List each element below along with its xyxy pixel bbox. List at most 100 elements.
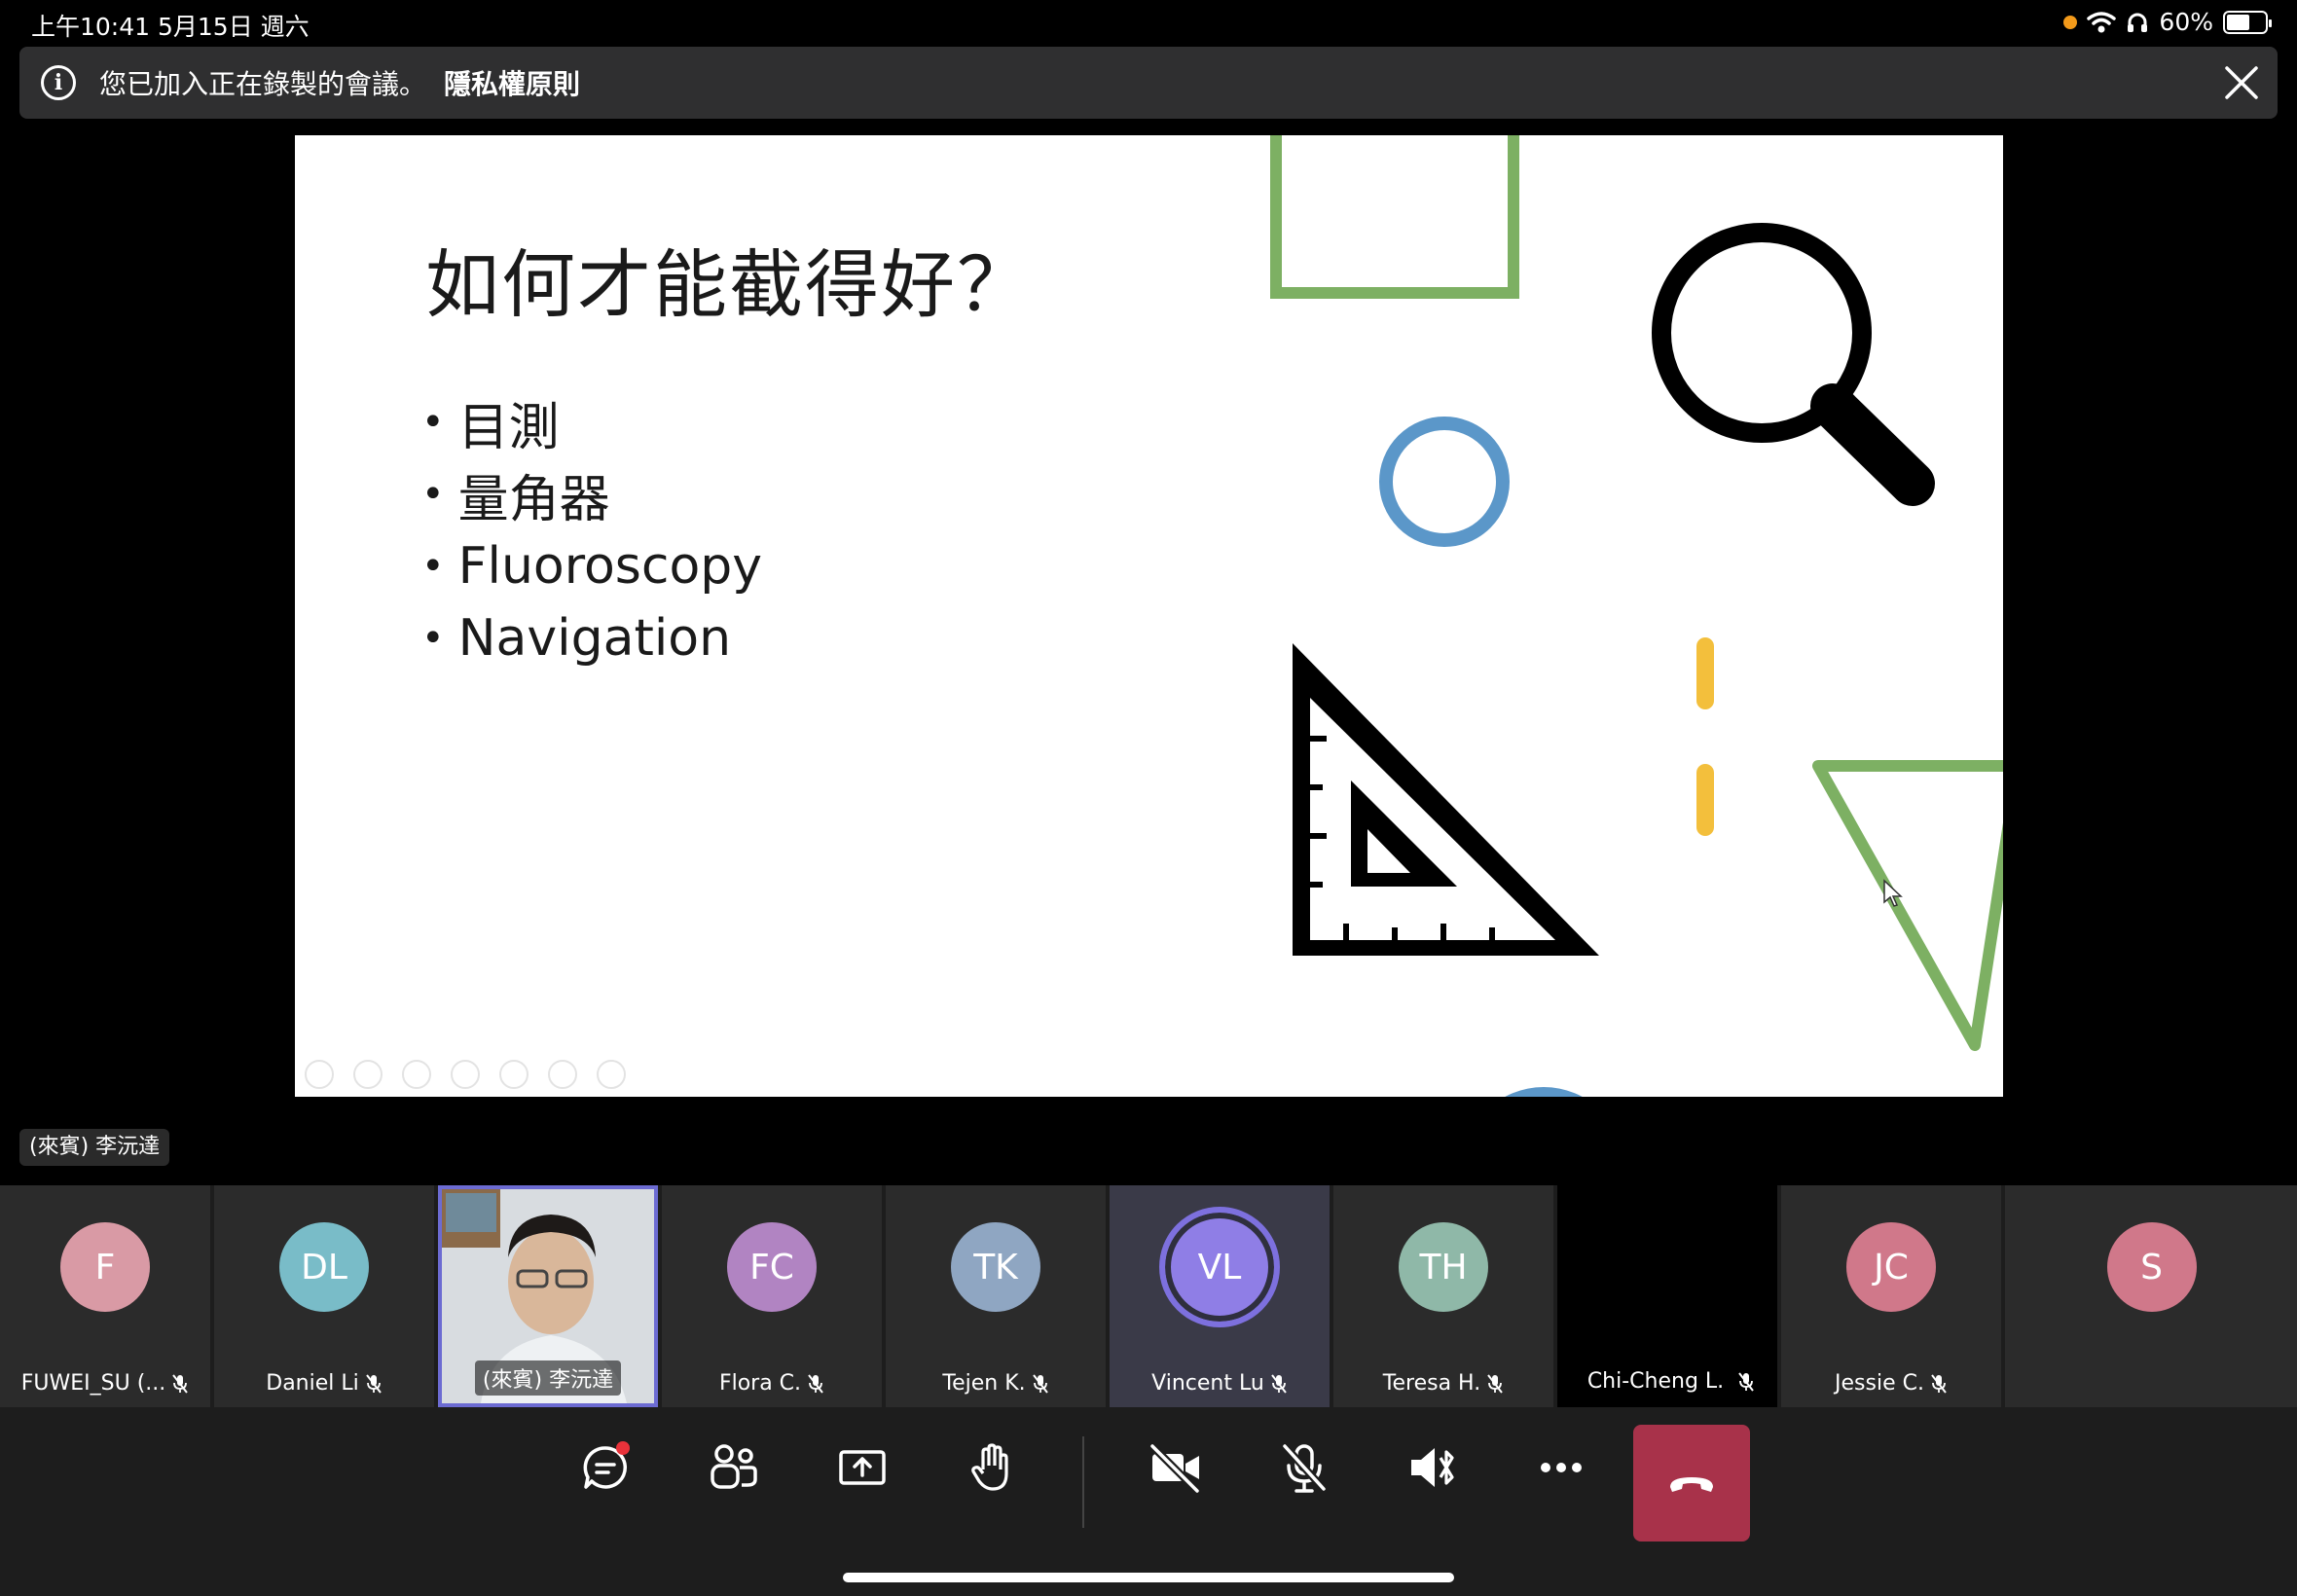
mic-muted-icon [172,1373,189,1394]
speaker-button[interactable] [1394,1429,1472,1506]
hand-icon [971,1443,1008,1491]
participant-name-row: Teresa H. [1333,1371,1553,1396]
share-button[interactable] [823,1429,901,1506]
status-indicators: 60% [2063,8,2272,36]
banner-message: 您已加入正在錄製的會議。 [99,68,427,100]
slide-bullet: 目測 [421,386,762,458]
avatar: S [2106,1222,2197,1312]
chat-button[interactable] [566,1429,644,1506]
green-square-shape [1270,135,1519,299]
participant-name: Tejen K. [942,1371,1026,1396]
participant-tile[interactable]: TK Tejen K. [886,1185,1106,1407]
avatar-speaking: VL [1159,1207,1280,1327]
status-time: 上午10:41 5月15日 週六 [31,13,310,41]
camera-toggle-button[interactable] [1137,1429,1215,1506]
share-tray-icon [839,1450,886,1485]
headphones-icon [2128,13,2148,32]
participant-name-row: Flora C. [662,1371,882,1396]
phone-hangup-icon [1670,1477,1713,1492]
avatar: F [60,1222,150,1312]
avatar: JC [1846,1222,1936,1312]
participant-strip: F FUWEI_SU (... DL Daniel Li (來賓) 李沅達 FC… [0,1185,2297,1407]
participant-tile[interactable]: F FUWEI_SU (... [0,1185,210,1407]
more-button[interactable] [1522,1429,1600,1506]
participant-tile[interactable]: TH Teresa H. [1333,1185,1553,1407]
people-icon [711,1444,757,1489]
participant-name-row: FUWEI_SU (... [0,1371,210,1396]
more-options-icon[interactable] [597,1060,626,1089]
speaker-bluetooth-icon [1411,1448,1454,1487]
yellow-dash-shape [1696,764,1714,836]
wifi-icon [2087,11,2117,32]
shared-slide: 如何才能截得好？ 目測 量角器 Fluoroscopy Navigation [295,135,2003,1097]
blue-semicircle-shape [1505,1087,1583,1097]
participant-name-row: Jessie C. [1781,1371,2001,1396]
participant-name: Chi-Cheng L. [1579,1367,1732,1396]
mic-in-use-indicator [2063,15,2078,29]
hang-up-button[interactable] [1633,1425,1750,1542]
info-icon: i [41,65,76,100]
mic-muted-icon [1271,1373,1287,1394]
participant-tile[interactable]: FC Flora C. [662,1185,882,1407]
camera-off-icon [1149,1443,1200,1494]
participant-name-row: Vincent Lu [1110,1371,1330,1396]
participant-name-row: Tejen K. [886,1371,1106,1396]
slide-bullet-list: 目測 量角器 Fluoroscopy Navigation [421,386,762,674]
participant-name: Flora C. [718,1371,802,1396]
chat-icon [583,1441,630,1489]
participant-name: (來賓) 李沅達 [474,1360,622,1396]
subtitles-icon[interactable] [548,1060,577,1089]
zoom-icon[interactable] [499,1060,529,1089]
set-square-shape [1293,643,1599,956]
next-slide-icon[interactable] [353,1060,383,1089]
home-indicator[interactable] [843,1573,1454,1582]
yellow-dash-shape [1696,637,1714,709]
raise-hand-button[interactable] [952,1429,1030,1506]
recording-banner: i 您已加入正在錄製的會議。 隱私權原則 [19,47,2278,119]
slide-nav-toolbar [305,1060,626,1089]
mic-muted-icon [365,1373,382,1394]
avatar: DL [279,1222,369,1312]
mic-muted-icon [1032,1373,1048,1394]
magnifier-shape [1652,223,1935,506]
mic-muted-icon [808,1373,823,1394]
call-controls-bar [0,1407,2297,1596]
participant-tile-video[interactable]: (來賓) 李沅達 [438,1185,658,1407]
participant-name: Teresa H. [1382,1371,1481,1396]
participant-name: Jessie C. [1835,1371,1924,1396]
presenter-label: (來賓) 李沅達 [19,1129,170,1166]
more-dots-icon [1541,1463,1582,1472]
participants-button[interactable] [695,1429,773,1506]
slide-bullet: 量角器 [421,458,762,530]
slide-bullet: Navigation [421,602,762,674]
participant-tile[interactable]: S [2005,1185,2297,1407]
privacy-policy-link[interactable]: 隱私權原則 [444,63,580,102]
slide-title: 如何才能截得好？ [425,241,1033,328]
pen-icon[interactable] [402,1060,431,1089]
close-icon[interactable] [2223,64,2260,101]
blue-ring-shape [1379,417,1510,547]
battery-percent: 60% [2159,8,2213,36]
avatar: TH [1399,1222,1488,1312]
battery-icon [2223,10,2272,34]
participant-tile-speaking[interactable]: VL Vincent Lu [1110,1185,1330,1407]
mic-muted-icon [1487,1373,1503,1394]
slides-icon[interactable] [451,1060,480,1089]
mic-muted-icon [1931,1373,1947,1394]
green-triangle-shape [1812,760,2003,1051]
controls-divider [1082,1436,1084,1528]
mic-muted-icon [1738,1371,1754,1392]
participant-name: Daniel Li [266,1371,359,1396]
participant-name: FUWEI_SU (... [20,1371,166,1396]
participant-tile-video-off[interactable]: Chi-Cheng L. [1557,1185,1777,1407]
participant-name-row: Chi-Cheng L. [1557,1367,1777,1396]
avatar: TK [951,1222,1040,1312]
participant-tile[interactable]: JC Jessie C. [1781,1185,2001,1407]
prev-slide-icon[interactable] [305,1060,334,1089]
status-bar: 上午10:41 5月15日 週六 60% [0,0,2297,45]
participant-name-row: (來賓) 李沅達 [438,1360,658,1396]
participant-tile[interactable]: DL Daniel Li [214,1185,434,1407]
mic-toggle-button[interactable] [1265,1429,1343,1506]
participant-name-row: Daniel Li [214,1371,434,1396]
avatar: FC [727,1222,817,1312]
